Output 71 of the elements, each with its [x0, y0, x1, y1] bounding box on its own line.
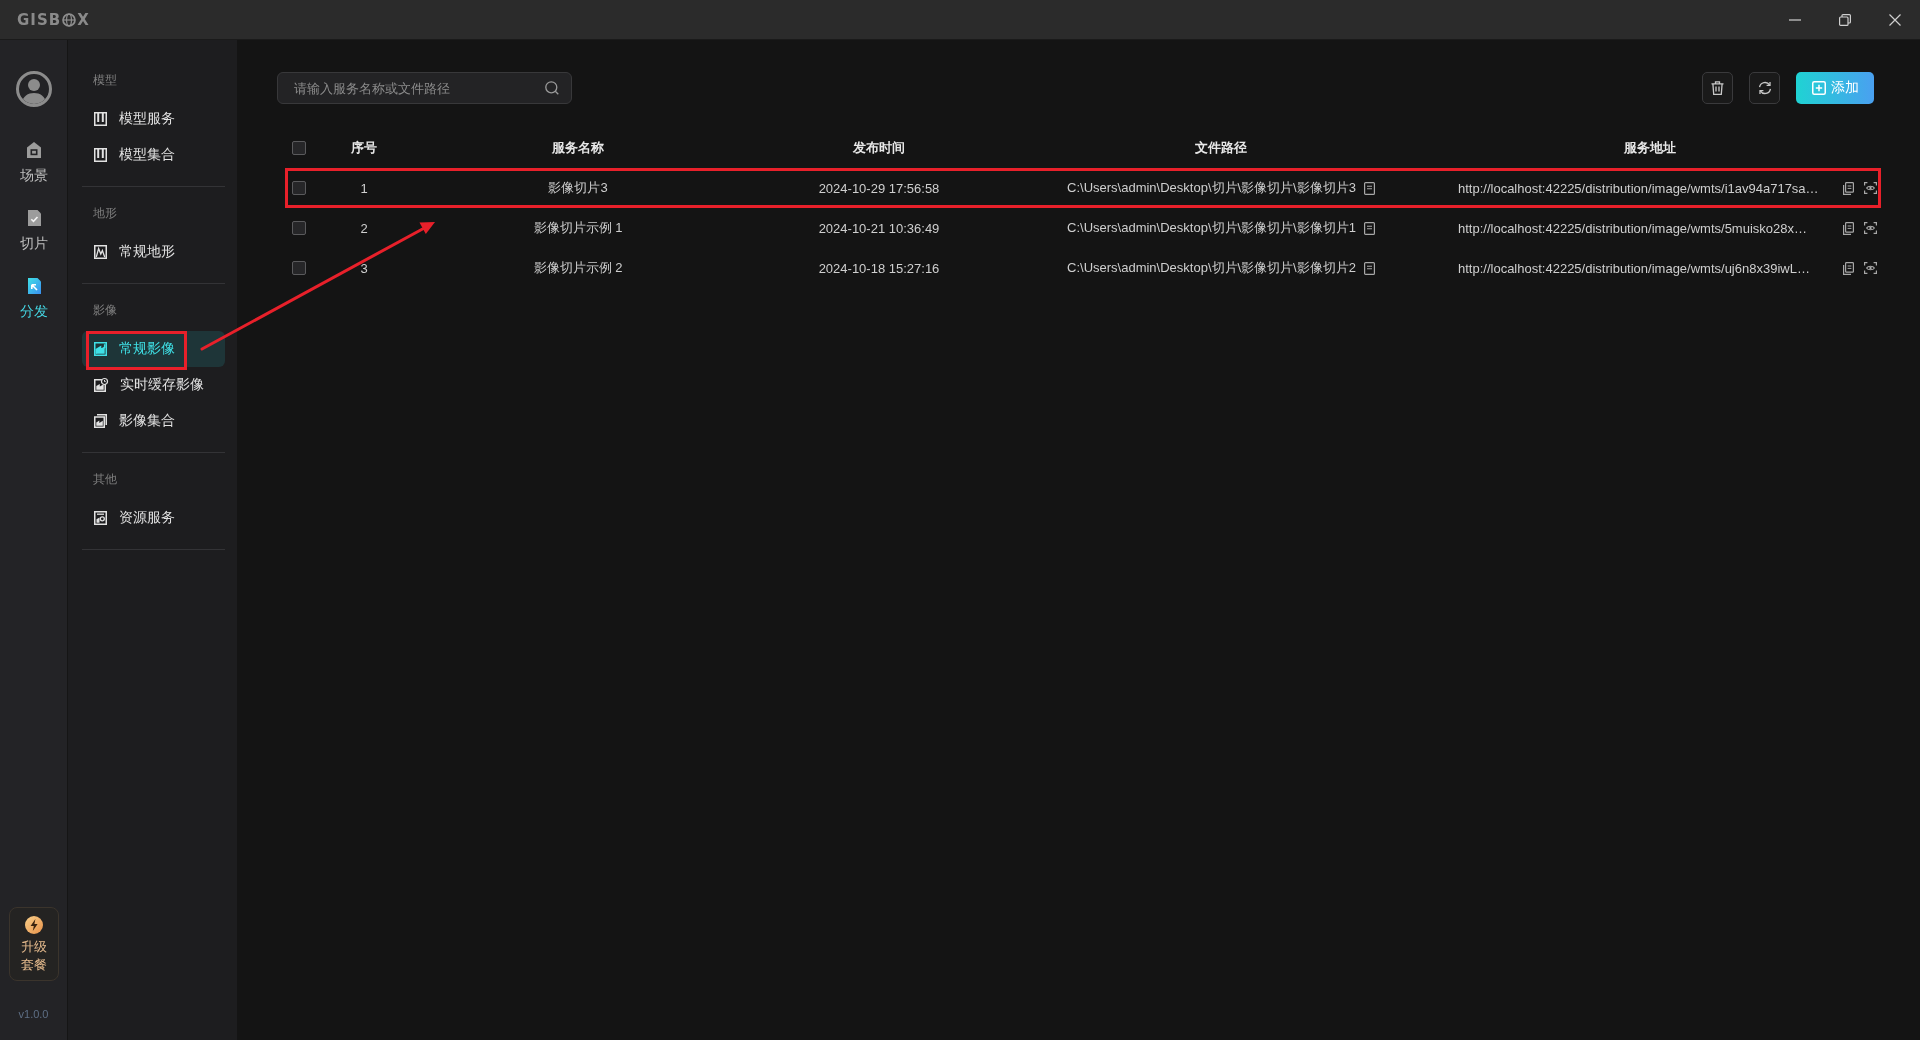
select-all-checkbox[interactable]: [292, 141, 306, 155]
column-header: 文件路径: [1195, 139, 1247, 157]
nav-item[interactable]: 模型集合: [82, 137, 225, 173]
nav-item[interactable]: 模型服务: [82, 101, 225, 137]
plus-square-icon: [1811, 81, 1826, 95]
eye-scan-icon[interactable]: [1864, 222, 1877, 234]
refresh-button[interactable]: [1749, 72, 1780, 104]
nav-item[interactable]: 实时缓存影像: [82, 367, 225, 403]
file-path: C:\Users\admin\Desktop\切片\影像切片\影像切片1: [1067, 219, 1356, 237]
service-url: http://localhost:42225/distribution/image/wmts/uj6n8x39iwL…: [1458, 260, 1810, 276]
delete-button[interactable]: [1702, 72, 1733, 104]
image-file-icon: [94, 511, 107, 525]
column-header: 序号: [351, 139, 377, 157]
copy-icon[interactable]: [1843, 221, 1854, 235]
upgrade-button[interactable]: 升级套餐: [8, 907, 59, 981]
row-number: 2: [360, 220, 368, 236]
image-clock-icon: [94, 378, 108, 392]
image-icon: [94, 342, 107, 356]
section-label: 其他: [92, 471, 118, 487]
panel-icon: [94, 148, 107, 162]
copy-icon[interactable]: [1843, 181, 1854, 195]
version-label: v1.0.0: [18, 1007, 49, 1022]
house-icon: [24, 141, 43, 159]
logo-text: X: [77, 10, 90, 29]
service-name: 影像切片示例 2: [533, 259, 623, 277]
row-checkbox[interactable]: [292, 261, 306, 275]
publish-time: 2024-10-29 17:56:58: [818, 180, 940, 196]
row-checkbox[interactable]: [292, 221, 306, 235]
section-label: 影像: [92, 302, 118, 318]
refresh-icon: [1757, 81, 1772, 95]
eye-scan-icon[interactable]: [1864, 182, 1877, 194]
publish-time: 2024-10-21 10:36:49: [818, 220, 940, 236]
logo-text: GISB: [17, 10, 62, 29]
document-icon[interactable]: [1363, 221, 1375, 235]
column-header: 服务地址: [1624, 139, 1676, 157]
file-path: C:\Users\admin\Desktop\切片\影像切片\影像切片2: [1067, 259, 1356, 277]
row-number: 1: [360, 180, 368, 196]
section-label: 地形: [92, 205, 118, 221]
document-icon[interactable]: [1363, 181, 1375, 195]
trash-icon: [1711, 81, 1724, 95]
eye-scan-icon[interactable]: [1864, 262, 1877, 274]
copy-icon[interactable]: [1843, 261, 1854, 275]
nav-item[interactable]: 资源服务: [82, 500, 225, 536]
close-icon: [1889, 13, 1901, 26]
image-stack-icon: [94, 414, 107, 428]
nav-item[interactable]: 常规地形: [82, 234, 225, 270]
mountain-icon: [94, 245, 107, 259]
row-checkbox[interactable]: [292, 181, 306, 195]
search-icon[interactable]: [545, 81, 559, 95]
lightning-icon: [24, 916, 43, 934]
publish-time: 2024-10-18 15:27:16: [818, 260, 940, 276]
rail-tab[interactable]: 切片: [19, 209, 48, 253]
minimize-icon: [1789, 18, 1801, 21]
column-header: 服务名称: [552, 139, 604, 157]
restore-icon: [1839, 13, 1851, 26]
row-number: 3: [360, 260, 368, 276]
panel-icon: [94, 112, 107, 126]
avatar-icon[interactable]: [15, 71, 52, 107]
nav-item[interactable]: 影像集合: [82, 403, 225, 439]
rail-tab[interactable]: 分发: [19, 277, 48, 321]
service-name: 影像切片示例 1: [533, 219, 623, 237]
search-field[interactable]: 请输入服务名称或文件路径: [277, 72, 572, 104]
column-header: 发布时间: [853, 139, 905, 157]
rail-tab[interactable]: 场景: [19, 141, 48, 185]
section-label: 模型: [92, 72, 118, 88]
document-icon[interactable]: [1363, 261, 1375, 275]
service-url: http://localhost:42225/distribution/image/wmts/i1av94a717sa…: [1458, 180, 1819, 196]
file-path: C:\Users\admin\Desktop\切片\影像切片\影像切片3: [1067, 179, 1356, 197]
service-url: http://localhost:42225/distribution/image/wmts/5muisko28x…: [1458, 220, 1807, 236]
globe-icon: [62, 12, 77, 27]
service-name: 影像切片3: [548, 179, 608, 197]
